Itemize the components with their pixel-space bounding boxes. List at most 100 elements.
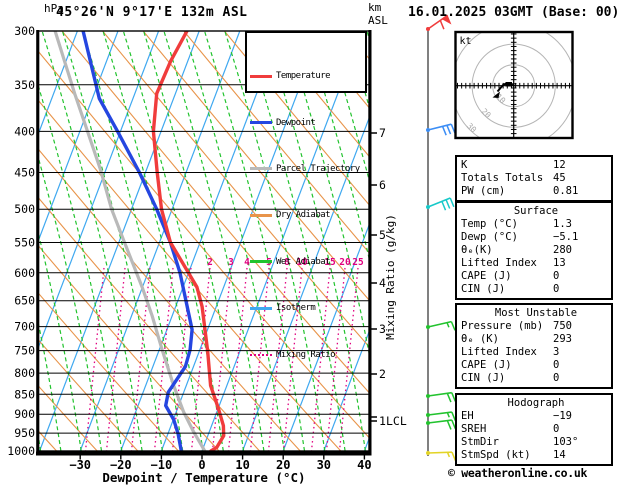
svg-text:950: 950 xyxy=(14,426,35,440)
copyright-text: © weatheronline.co.uk xyxy=(448,466,587,480)
stat-row: StmSpd (kt)14 xyxy=(461,449,611,462)
altitude-axis-header: kmASL xyxy=(368,1,388,27)
stat-label: StmSpd (kt) xyxy=(461,449,553,462)
svg-text:750: 750 xyxy=(14,344,35,358)
svg-text:−30: −30 xyxy=(69,458,91,472)
stats-panel-hodograph: Hodograph EH−19SREH0StmDir103°StmSpd (kt… xyxy=(455,393,613,466)
svg-text:300: 300 xyxy=(14,24,35,38)
stat-row: θₑ(K)280 xyxy=(461,244,611,257)
svg-text:30: 30 xyxy=(465,121,478,134)
svg-text:800: 800 xyxy=(14,366,35,380)
stat-value: 0 xyxy=(553,423,559,436)
stat-label: CAPE (J) xyxy=(461,270,553,283)
stat-label: SREH xyxy=(461,423,553,436)
parcel-line-swatch xyxy=(250,167,272,170)
stats-panel-most-unstable: Most Unstable Pressure (mb)750θₑ (K)293L… xyxy=(455,303,613,389)
svg-text:3: 3 xyxy=(228,257,234,268)
svg-text:700: 700 xyxy=(14,320,35,334)
temperature-curve xyxy=(153,31,223,451)
stat-row: K12 xyxy=(461,159,611,172)
stat-label: Totals Totals xyxy=(461,172,553,185)
hodograph-unit-label: kt xyxy=(460,36,472,47)
dry-adiabat-swatch xyxy=(250,214,272,217)
stat-label: CIN (J) xyxy=(461,372,553,385)
stat-value: 3 xyxy=(553,346,559,359)
stat-label: EH xyxy=(461,410,553,423)
svg-text:400: 400 xyxy=(14,124,35,138)
stat-row: Lifted Index13 xyxy=(461,257,611,270)
stat-label: Lifted Index xyxy=(461,257,553,270)
legend-item: Dewpoint xyxy=(250,118,365,126)
wind-barb xyxy=(426,393,455,402)
stat-row: CIN (J)0 xyxy=(461,283,611,296)
legend-label: Dry Adiabat xyxy=(276,211,330,219)
mixing-ratio-axis-label: Mixing Ratio (g/kg) xyxy=(384,214,397,340)
stats-panel-indices: K12Totals Totals45PW (cm)0.81 xyxy=(455,155,613,202)
legend-item: Mixing Ratio xyxy=(250,350,365,358)
legend-label: Isotherm xyxy=(276,304,315,312)
wind-barb xyxy=(426,322,455,331)
svg-text:450: 450 xyxy=(14,165,35,179)
svg-text:550: 550 xyxy=(14,235,35,249)
svg-text:2: 2 xyxy=(379,367,386,381)
altitude-unit-asl: ASL xyxy=(368,14,388,27)
legend-item: Dry Adiabat xyxy=(250,211,365,219)
stat-value: 0 xyxy=(553,372,559,385)
stat-label: θₑ(K) xyxy=(461,244,553,257)
svg-text:1: 1 xyxy=(379,414,386,428)
svg-text:600: 600 xyxy=(14,266,35,280)
stat-row: Lifted Index3 xyxy=(461,346,611,359)
legend-item: Parcel Trajectory xyxy=(250,165,365,173)
stat-label: PW (cm) xyxy=(461,185,553,198)
stats-panel-surface: Surface Temp (°C)1.3Dewp (°C)−5.1θₑ(K)28… xyxy=(455,201,613,300)
stat-row: EH−19 xyxy=(461,410,611,423)
stat-row: CAPE (J)0 xyxy=(461,270,611,283)
svg-text:350: 350 xyxy=(14,78,35,92)
wind-barb xyxy=(426,451,456,461)
stat-row: PW (cm)0.81 xyxy=(461,185,611,198)
stat-label: StmDir xyxy=(461,436,553,449)
pressure-axis-labels: 3003504004505005506006507007508008509009… xyxy=(7,24,35,458)
stat-row: Temp (°C)1.3 xyxy=(461,218,611,231)
hodograph: 102030kt xyxy=(452,23,576,147)
wind-barb xyxy=(426,420,455,429)
panel-header: Hodograph xyxy=(461,397,611,410)
isotherm-swatch xyxy=(250,307,272,310)
svg-text:900: 900 xyxy=(14,407,35,421)
svg-text:7: 7 xyxy=(379,126,386,140)
legend-item: Wet Adiabat xyxy=(250,258,365,266)
stat-value: 750 xyxy=(553,320,572,333)
x-axis-label: Dewpoint / Temperature (°C) xyxy=(102,470,305,485)
svg-text:6: 6 xyxy=(379,178,386,192)
stat-label: K xyxy=(461,159,553,172)
datetime-title: 16.01.2025 03GMT (Base: 00) xyxy=(408,5,619,20)
stat-value: 0 xyxy=(553,283,559,296)
svg-text:500: 500 xyxy=(14,202,35,216)
stat-value: −19 xyxy=(553,410,572,423)
stat-row: StmDir103° xyxy=(461,436,611,449)
legend-label: Parcel Trajectory xyxy=(276,165,360,173)
stat-row: Pressure (mb)750 xyxy=(461,320,611,333)
stat-row: SREH0 xyxy=(461,423,611,436)
svg-text:40: 40 xyxy=(357,458,371,472)
stat-value: −5.1 xyxy=(553,231,578,244)
lcl-label: LCL xyxy=(386,414,407,428)
stat-value: 0 xyxy=(553,359,559,372)
legend-item: Isotherm xyxy=(250,304,365,312)
panel-header: Most Unstable xyxy=(461,307,611,320)
svg-text:30: 30 xyxy=(317,458,331,472)
altitude-unit-km: km xyxy=(368,1,388,14)
stat-value: 13 xyxy=(553,257,566,270)
stat-value: 12 xyxy=(553,159,566,172)
svg-text:850: 850 xyxy=(14,387,35,401)
stat-row: Dewp (°C)−5.1 xyxy=(461,231,611,244)
wind-barb xyxy=(426,198,454,210)
stat-label: Pressure (mb) xyxy=(461,320,553,333)
stat-row: CIN (J)0 xyxy=(461,372,611,385)
svg-text:10: 10 xyxy=(494,92,507,105)
skewt-screenshot: 2345810152025300350400450500550600650700… xyxy=(0,0,629,486)
stat-value: 0 xyxy=(553,270,559,283)
stat-label: Lifted Index xyxy=(461,346,553,359)
svg-text:2: 2 xyxy=(207,257,213,268)
stat-value: 280 xyxy=(553,244,572,257)
